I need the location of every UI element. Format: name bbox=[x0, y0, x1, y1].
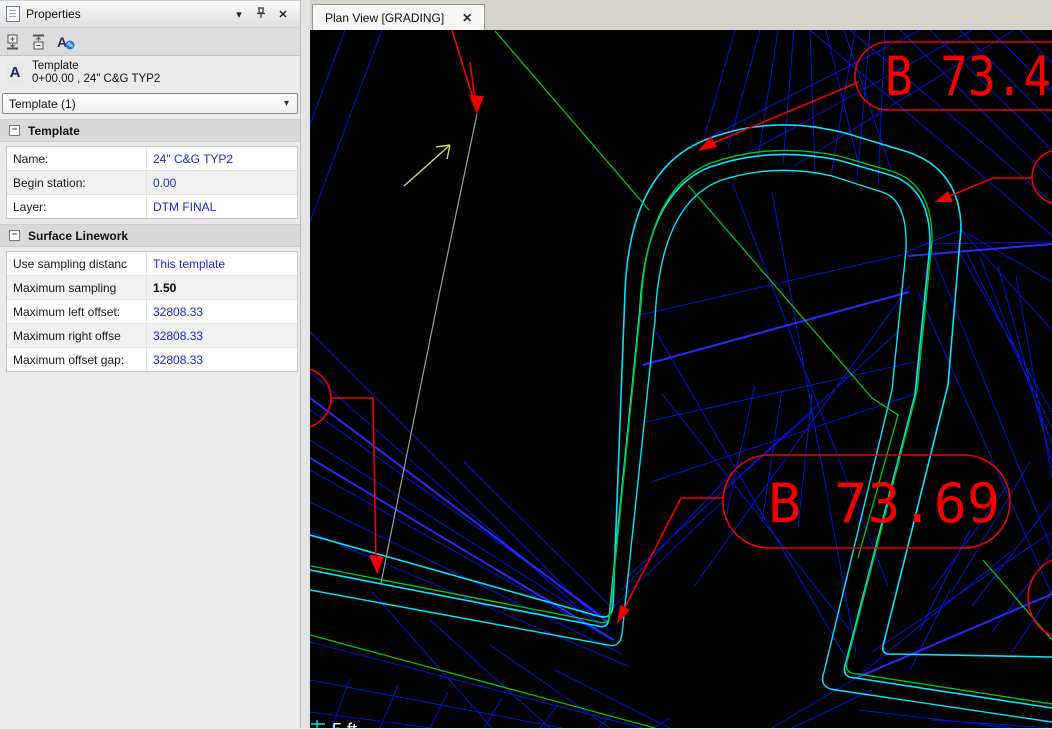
section-header-template[interactable]: − Template bbox=[0, 119, 300, 142]
section-title: Surface Linework bbox=[28, 228, 129, 243]
elevation-label-mid: B 73.69 bbox=[768, 472, 1000, 535]
expand-dock-icon[interactable] bbox=[4, 33, 22, 51]
selection-combobox[interactable]: Template (1) ▾ bbox=[2, 93, 298, 114]
chevron-down-icon: ▾ bbox=[283, 98, 289, 109]
plan-drawing: B 73.4 B 73.69 5 ft bbox=[310, 30, 1052, 728]
surface-linework-property-grid: Use sampling distanc This template Maxim… bbox=[6, 251, 298, 372]
edit-template-icon[interactable]: A ✎ bbox=[56, 33, 76, 51]
tin-mesh-bright-lines bbox=[310, 243, 1052, 679]
scale-fragment: 5 ft bbox=[311, 720, 357, 728]
section-header-surface-linework[interactable]: − Surface Linework bbox=[0, 224, 300, 247]
property-label: Maximum offset gap: bbox=[7, 348, 147, 371]
property-value[interactable]: 32808.33 bbox=[147, 305, 297, 319]
scale-text: 5 ft bbox=[332, 720, 357, 728]
panel-titlebar: Properties ▾ ✕ bbox=[0, 1, 300, 28]
arrowhead bbox=[935, 191, 953, 202]
plan-view-window: Plan View [GRADING] ✕ B 73.4 B 73.69 bbox=[310, 0, 1052, 728]
property-value[interactable]: DTM FINAL bbox=[147, 200, 297, 214]
property-value[interactable]: 24" C&G TYP2 bbox=[147, 152, 297, 166]
property-label: Begin station: bbox=[7, 171, 147, 194]
curb-flowline bbox=[310, 153, 1052, 709]
panel-menu-button[interactable]: ▾ bbox=[228, 8, 250, 21]
pin-icon[interactable] bbox=[250, 6, 272, 22]
cad-canvas[interactable]: B 73.4 B 73.69 5 ft bbox=[310, 30, 1052, 728]
template-property-grid: Name: 24" C&G TYP2 Begin station: 0.00 L… bbox=[6, 146, 298, 219]
template-item-icon: A bbox=[6, 63, 24, 83]
combobox-value: Template (1) bbox=[9, 96, 76, 111]
property-value[interactable]: 1.50 bbox=[147, 281, 297, 295]
panel-title: Properties bbox=[26, 7, 81, 21]
section-title: Template bbox=[28, 123, 80, 138]
property-row[interactable]: Use sampling distanc This template bbox=[7, 252, 297, 276]
red-annotations: B 73.4 B 73.69 bbox=[310, 30, 1052, 637]
tab-close-icon[interactable]: ✕ bbox=[462, 11, 472, 25]
property-label: Use sampling distanc bbox=[7, 252, 147, 275]
selection-summary: A Template 0+00.00 , 24" C&G TYP2 bbox=[0, 56, 300, 90]
arrowhead bbox=[469, 95, 484, 114]
panel-toolbar: A ✎ bbox=[0, 28, 300, 56]
elevation-label-top: B 73.4 bbox=[885, 45, 1051, 108]
direction-arrow bbox=[403, 144, 451, 187]
property-row[interactable]: Begin station: 0.00 bbox=[7, 171, 297, 195]
property-value[interactable]: 32808.33 bbox=[147, 353, 297, 367]
label-circle-left bbox=[310, 368, 332, 428]
property-row[interactable]: Name: 24" C&G TYP2 bbox=[7, 147, 297, 171]
svg-text:A: A bbox=[57, 34, 67, 50]
arrowhead bbox=[369, 555, 384, 574]
view-tabstrip: Plan View [GRADING] ✕ bbox=[310, 0, 1052, 31]
property-label: Maximum right offse bbox=[7, 324, 147, 347]
property-row[interactable]: Layer: DTM FINAL bbox=[7, 195, 297, 218]
property-label: Name: bbox=[7, 147, 147, 170]
property-row[interactable]: Maximum sampling 1.50 bbox=[7, 276, 297, 300]
property-value[interactable]: This template bbox=[147, 257, 297, 271]
leader-top-label bbox=[703, 81, 860, 148]
tab-label: Plan View [GRADING] bbox=[325, 11, 445, 25]
collapse-icon[interactable]: − bbox=[9, 230, 20, 241]
selection-type: Template bbox=[32, 60, 79, 72]
property-value[interactable]: 32808.33 bbox=[147, 329, 297, 343]
property-label: Maximum sampling bbox=[7, 276, 147, 299]
green-breaklines bbox=[310, 30, 1052, 728]
property-row[interactable]: Maximum left offset: 32808.33 bbox=[7, 300, 297, 324]
collapse-dock-icon[interactable] bbox=[30, 33, 48, 51]
tin-mesh-lines bbox=[310, 30, 1052, 728]
property-value[interactable]: 0.00 bbox=[147, 176, 297, 190]
svg-text:✎: ✎ bbox=[67, 41, 74, 50]
panel-close-button[interactable]: ✕ bbox=[272, 8, 294, 21]
property-label: Layer: bbox=[7, 195, 147, 218]
properties-panel: Properties ▾ ✕ A ✎ A Template 0+00.00 , 2… bbox=[0, 0, 300, 729]
property-row[interactable]: Maximum right offse 32808.33 bbox=[7, 324, 297, 348]
properties-icon bbox=[6, 6, 20, 22]
property-row[interactable]: Maximum offset gap: 32808.33 bbox=[7, 348, 297, 371]
curb-breakline-green bbox=[310, 149, 1052, 705]
collapse-icon[interactable]: − bbox=[9, 125, 20, 136]
selection-detail: 0+00.00 , 24" C&G TYP2 bbox=[32, 73, 161, 85]
leader-left-circle bbox=[331, 397, 377, 563]
property-label: Maximum left offset: bbox=[7, 300, 147, 323]
tab-plan-view-grading[interactable]: Plan View [GRADING] ✕ bbox=[312, 4, 486, 31]
